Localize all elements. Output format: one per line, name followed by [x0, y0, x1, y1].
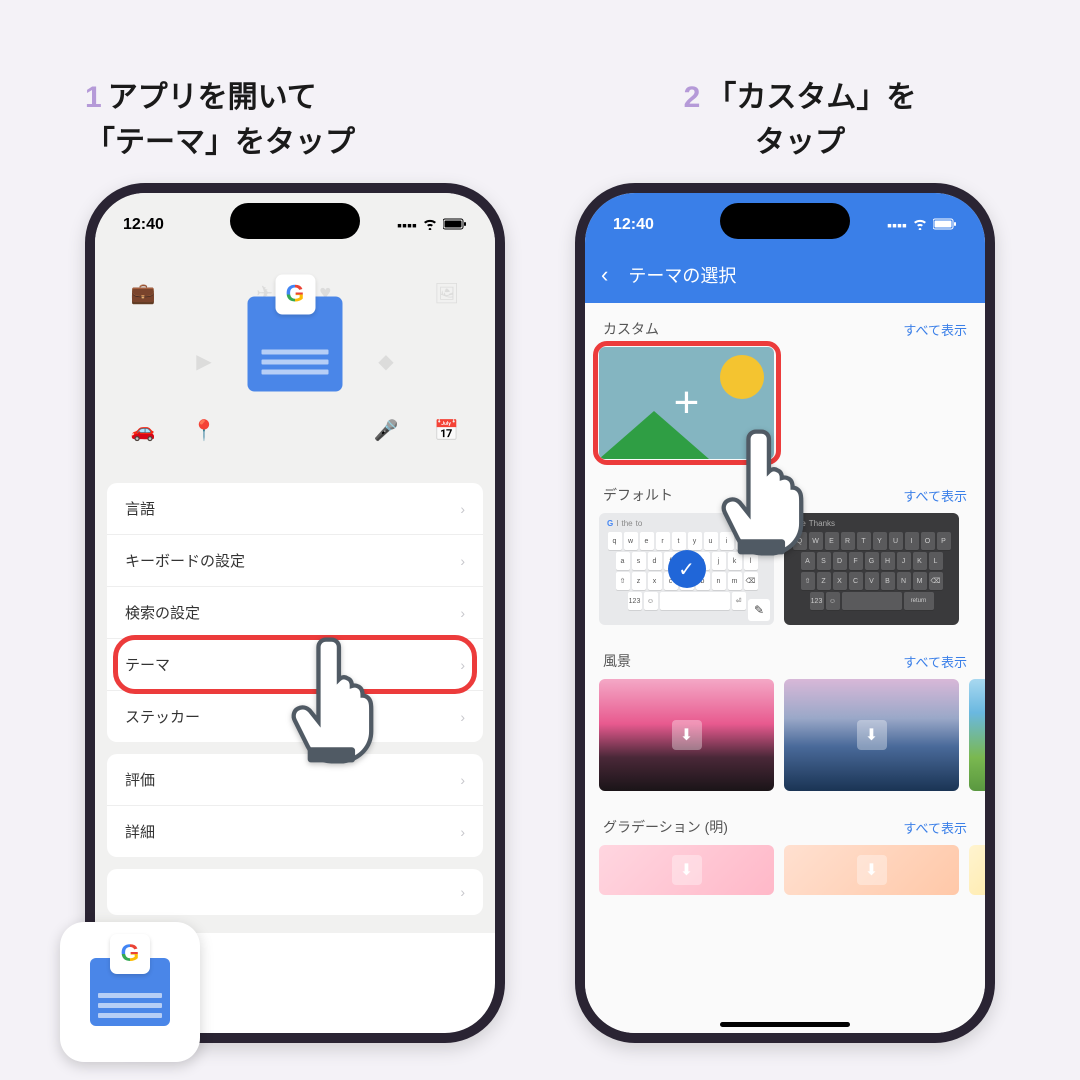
- settings-item-theme[interactable]: テーマ›: [107, 639, 483, 691]
- phone-mock-1: 12:40 ▪▪▪▪ 💼✈♥🖼 ▶◆ 🚗📍🎤📅: [85, 183, 505, 1043]
- default-theme-light[interactable]: GItheto qwertyuiop asdfghjkl ⇧zxcvbnm⌫ 1…: [599, 513, 774, 625]
- step1-text: アプリを開いて 「テーマ」をタップ: [85, 81, 355, 159]
- settings-item-search[interactable]: 検索の設定›: [107, 587, 483, 639]
- step1-number: 1: [85, 81, 102, 114]
- status-bar: 12:40 ▪▪▪▪: [95, 193, 495, 247]
- download-icon: ⬇: [857, 720, 887, 750]
- gradient-theme-2[interactable]: ⬇: [784, 845, 959, 895]
- step1-heading: 1アプリを開いて 「テーマ」をタップ: [85, 30, 535, 165]
- edit-icon[interactable]: ✎: [748, 599, 770, 621]
- check-icon: ✓: [668, 550, 706, 588]
- gradient-theme-1[interactable]: ⬇: [599, 845, 774, 895]
- signal-icon: ▪▪▪▪: [887, 217, 907, 233]
- mountain-icon: [599, 411, 709, 459]
- show-all-gradient[interactable]: すべて表示: [903, 818, 967, 837]
- download-icon: ⬇: [672, 720, 702, 750]
- chevron-right-icon: ›: [460, 884, 465, 900]
- step2-text: 「カスタム」を タップ: [706, 81, 916, 159]
- settings-item-keyboard[interactable]: キーボードの設定›: [107, 535, 483, 587]
- settings-item-rating[interactable]: 評価›: [107, 754, 483, 806]
- gradient-theme-3[interactable]: [969, 845, 985, 895]
- show-all-scenery[interactable]: すべて表示: [903, 652, 967, 671]
- chevron-right-icon: ›: [460, 657, 465, 673]
- section-scenery-label: 風景: [603, 651, 631, 671]
- scenery-theme-3[interactable]: [969, 679, 985, 791]
- settings-item-blank[interactable]: ›: [107, 869, 483, 915]
- theme-header: ‹ テーマの選択: [585, 247, 985, 303]
- gboard-hero: 💼✈♥🖼 ▶◆ 🚗📍🎤📅: [95, 247, 495, 477]
- chevron-right-icon: ›: [460, 501, 465, 517]
- chevron-right-icon: ›: [460, 772, 465, 788]
- section-custom-label: カスタム: [603, 319, 659, 339]
- chevron-right-icon: ›: [460, 605, 465, 621]
- settings-item-details[interactable]: 詳細›: [107, 806, 483, 857]
- gboard-app-icon: [60, 922, 200, 1062]
- phone-mock-2: 12:40 ▪▪▪▪ ‹ テーマの選択 カスタム すべ: [575, 183, 995, 1043]
- battery-icon: [443, 217, 467, 233]
- chevron-right-icon: ›: [460, 553, 465, 569]
- scenery-theme-2[interactable]: ⬇: [784, 679, 959, 791]
- status-icons: ▪▪▪▪: [397, 217, 467, 233]
- signal-icon: ▪▪▪▪: [397, 217, 417, 233]
- settings-item-sticker[interactable]: ステッカー›: [107, 691, 483, 742]
- chevron-right-icon: ›: [460, 709, 465, 725]
- settings-item-language[interactable]: 言語›: [107, 483, 483, 535]
- wifi-icon: [912, 217, 928, 233]
- section-gradient-label: グラデーション (明): [603, 817, 728, 837]
- custom-theme-add[interactable]: +: [599, 347, 774, 459]
- battery-icon: [933, 217, 957, 233]
- home-indicator: [720, 1022, 850, 1027]
- wifi-icon: [422, 217, 438, 233]
- status-time: 12:40: [123, 216, 164, 234]
- gboard-logo-icon: [248, 296, 343, 391]
- show-all-default[interactable]: すべて表示: [903, 486, 967, 505]
- theme-header-title: テーマの選択: [628, 262, 736, 288]
- download-icon: ⬇: [672, 855, 702, 885]
- step2-number: 2: [684, 81, 701, 114]
- status-time: 12:40: [613, 216, 654, 234]
- status-bar: 12:40 ▪▪▪▪: [585, 193, 985, 247]
- settings-list: 言語› キーボードの設定› 検索の設定› テーマ› ステッカー› 評価› 詳細›…: [95, 477, 495, 933]
- download-icon: ⬇: [857, 855, 887, 885]
- scenery-theme-1[interactable]: ⬇: [599, 679, 774, 791]
- chevron-right-icon: ›: [460, 824, 465, 840]
- step2-heading: 2「カスタム」を タップ: [575, 30, 1025, 165]
- default-theme-dark[interactable]: TheThanks QWERTYUIOP ASDFGHJKL ⇧ZXCVBNM⌫…: [784, 513, 959, 625]
- sun-icon: [720, 355, 764, 399]
- back-icon[interactable]: ‹: [601, 262, 608, 288]
- show-all-custom[interactable]: すべて表示: [903, 320, 967, 339]
- status-icons: ▪▪▪▪: [887, 217, 957, 233]
- section-default-label: デフォルト: [603, 485, 673, 505]
